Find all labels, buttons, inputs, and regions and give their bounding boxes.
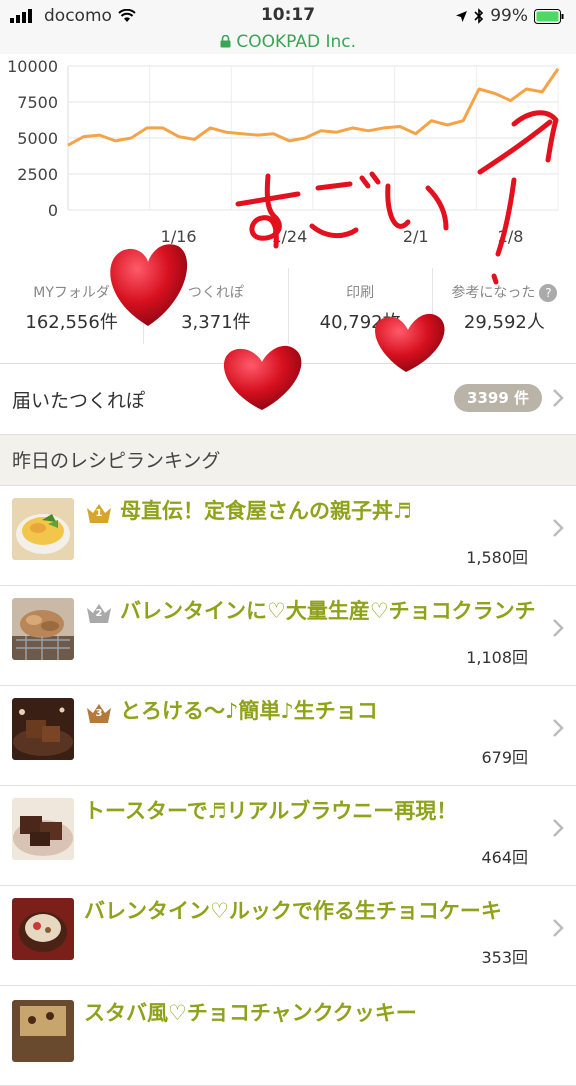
rank-number: 2 <box>95 608 103 619</box>
recipe-thumbnail <box>12 598 74 660</box>
received-tsukurepo-label: 届いたつくれぽ <box>12 390 146 412</box>
help-icon[interactable]: ? <box>539 284 558 302</box>
recipe-thumbnail <box>12 698 74 760</box>
chevron-right-icon <box>553 619 564 637</box>
recipe-title[interactable]: バレンタインに♡大量生産♡チョコクランチ <box>120 596 540 626</box>
recipe-title[interactable]: トースターで♬リアルブラウニー再現！ <box>84 796 524 826</box>
recipe-title[interactable]: 母直伝！定食屋さんの親子丼♬ <box>120 496 520 526</box>
stats-row: MYフォルダ 162,556件 つくれぽ 3,371件 印刷 40,792枚 参… <box>0 268 576 344</box>
ranking-item[interactable]: スタバ風♡チョコチャンククッキー <box>0 986 576 1086</box>
recipe-thumbnail <box>12 1000 74 1062</box>
x-tick-label: 1/16 <box>161 227 197 246</box>
x-tick-label: 1/24 <box>271 227 307 246</box>
y-tick-label: 2500 <box>17 165 58 184</box>
line-chart: 10000 7500 5000 2500 0 1/16 1/24 2/1 2/8 <box>7 57 560 246</box>
location-arrow-icon <box>456 10 468 22</box>
x-tick-label: 2/8 <box>498 227 524 246</box>
received-tsukurepo-row[interactable]: 届いたつくれぽ 3399 件 <box>0 364 576 434</box>
ranking-list: 1 母直伝！定食屋さんの親子丼♬ 1,580回 2 バレンタインに♡大量生産♡チ… <box>0 486 576 1086</box>
access-chart: 10000 7500 5000 2500 0 1/16 1/24 2/1 2/8 <box>0 54 576 254</box>
y-tick-label: 5000 <box>17 129 58 148</box>
chevron-right-icon <box>553 919 564 937</box>
ranking-item[interactable]: トースターで♬リアルブラウニー再現！ 464回 <box>0 786 576 886</box>
stat-value: 40,792枚 <box>319 312 401 333</box>
url-label: COOKPAD Inc. <box>236 32 356 52</box>
stat-value: 3,371件 <box>181 312 251 333</box>
stat-label: 参考になった? <box>433 282 576 302</box>
recipe-title[interactable]: バレンタイン♡ルックで作る生チョコケーキ <box>84 896 524 926</box>
view-count: 1,580回 <box>466 548 528 567</box>
stat-myfolder: MYフォルダ 162,556件 <box>0 268 145 344</box>
url-bar[interactable]: COOKPAD Inc. <box>0 32 576 52</box>
ranking-item[interactable]: 1 母直伝！定食屋さんの親子丼♬ 1,580回 <box>0 486 576 586</box>
view-count: 464回 <box>481 848 528 867</box>
lock-icon <box>220 34 231 48</box>
section-title: 昨日のレシピランキング <box>12 450 221 472</box>
status-right: 99% <box>455 6 564 26</box>
battery-percent: 99% <box>490 6 528 26</box>
battery-icon <box>534 8 564 24</box>
x-tick-label: 2/1 <box>403 227 429 246</box>
y-tick-label: 0 <box>48 201 58 220</box>
rank-number: 1 <box>95 508 103 519</box>
ranking-item[interactable]: 2 バレンタインに♡大量生産♡チョコクランチ 1,108回 <box>0 586 576 686</box>
ranking-item[interactable]: 3 とろける〜♪簡単♪生チョコ 679回 <box>0 686 576 786</box>
ranking-section-header: 昨日のレシピランキング <box>0 434 576 486</box>
stat-label: つくれぽ <box>187 285 244 301</box>
bluetooth-icon <box>474 8 484 24</box>
ranking-item[interactable]: バレンタイン♡ルックで作る生チョコケーキ 353回 <box>0 886 576 986</box>
view-count: 353回 <box>481 948 528 967</box>
rank-number: 3 <box>95 708 103 719</box>
recipe-thumbnail <box>12 798 74 860</box>
chevron-right-icon <box>553 719 564 737</box>
recipe-thumbnail <box>12 498 74 560</box>
y-tick-label: 7500 <box>17 93 58 112</box>
stat-label-text: 参考になった <box>451 285 536 301</box>
stat-tsukurepo: つくれぽ 3,371件 <box>144 268 289 344</box>
view-count: 1,108回 <box>466 648 528 667</box>
chevron-right-icon <box>553 519 564 537</box>
stat-label: 印刷 <box>346 285 375 301</box>
chevron-right-icon <box>553 389 564 407</box>
recipe-thumbnail <box>12 898 74 960</box>
chevron-right-icon <box>553 819 564 837</box>
stat-helpful: 参考になった? 29,592人 <box>433 268 576 344</box>
stat-value: 162,556件 <box>25 312 118 333</box>
stat-print: 印刷 40,792枚 <box>289 268 433 344</box>
recipe-title[interactable]: とろける〜♪簡単♪生チョコ <box>120 696 520 726</box>
stat-value: 29,592人 <box>463 312 545 333</box>
status-bar: docomo 10:17 99% COOKPAD Inc. <box>0 0 576 54</box>
tsukurepo-count-badge: 3399 件 <box>454 384 542 412</box>
y-tick-label: 10000 <box>7 57 58 76</box>
stat-label: MYフォルダ <box>33 285 110 301</box>
view-count: 679回 <box>481 748 528 767</box>
